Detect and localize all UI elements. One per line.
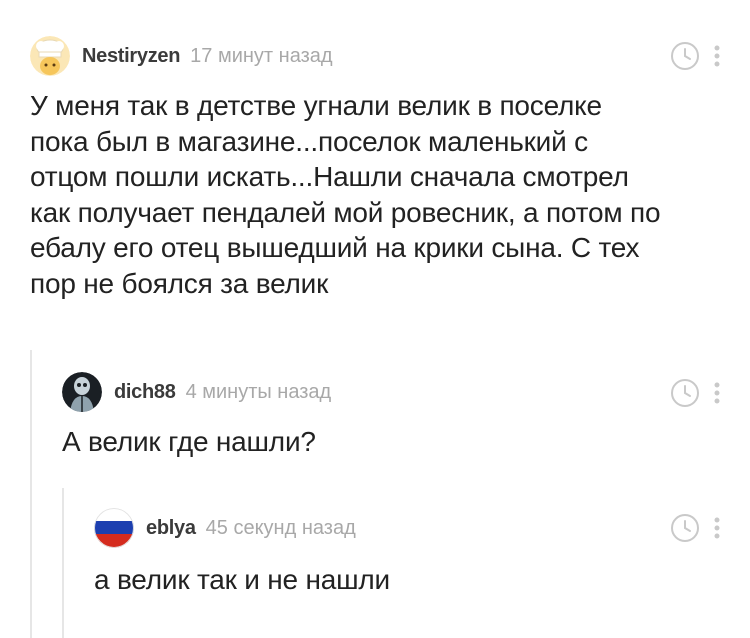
more-options-icon[interactable] <box>714 382 720 404</box>
comment-author[interactable]: Nestiryzen <box>82 45 180 68</box>
comment-time[interactable]: 45 секунд назад <box>206 517 356 540</box>
chef-avatar-icon[interactable] <box>30 36 70 76</box>
comment-actions <box>670 41 720 71</box>
comment-time[interactable]: 17 минут назад <box>190 45 332 68</box>
comment-actions <box>670 513 720 543</box>
comment-actions <box>670 378 720 408</box>
comment-header: dich88 4 минуты назад <box>62 372 331 412</box>
comment-text-line: пока был в магазине...поселок маленький … <box>30 125 588 157</box>
clock-icon[interactable] <box>670 41 700 71</box>
comment-text-line: ебалу его отец вышедший на крики сына. С… <box>30 232 640 263</box>
thread-line-level-2[interactable] <box>62 488 64 638</box>
skull-avatar-icon[interactable] <box>62 372 102 412</box>
clock-icon[interactable] <box>670 378 700 408</box>
comment-author[interactable]: eblya <box>146 517 196 540</box>
comment-text-line: А велик где нашли? <box>62 426 316 457</box>
comment-text-line: У меня так в детстве угнали велик в посе… <box>30 90 602 121</box>
comment-text-line: а велик так и не нашли <box>94 564 390 595</box>
comment-header: eblya 45 секунд назад <box>94 508 356 548</box>
comment-header: Nestiryzen 17 минут назад <box>30 36 333 76</box>
clock-icon[interactable] <box>670 513 700 543</box>
comment-text: А велик где нашли? <box>62 424 316 460</box>
more-options-icon[interactable] <box>714 517 720 539</box>
comment-text-line: как получает пендалей мой ровесник, а по… <box>30 196 661 228</box>
comment-author[interactable]: dich88 <box>114 381 176 404</box>
more-options-icon[interactable] <box>714 45 720 67</box>
russia-flag-avatar-icon[interactable] <box>94 508 134 548</box>
comment-text-line: пор не боялся за велик <box>30 267 329 299</box>
comment-text: У меня так в детстве угнали велик в посе… <box>30 88 661 301</box>
comment-text-line: отцом пошли искать...Нашли сначала смотр… <box>30 161 629 192</box>
comment-time[interactable]: 4 минуты назад <box>186 381 332 404</box>
comment-text: а велик так и не нашли <box>94 562 390 598</box>
thread-line-level-1[interactable] <box>30 350 32 638</box>
